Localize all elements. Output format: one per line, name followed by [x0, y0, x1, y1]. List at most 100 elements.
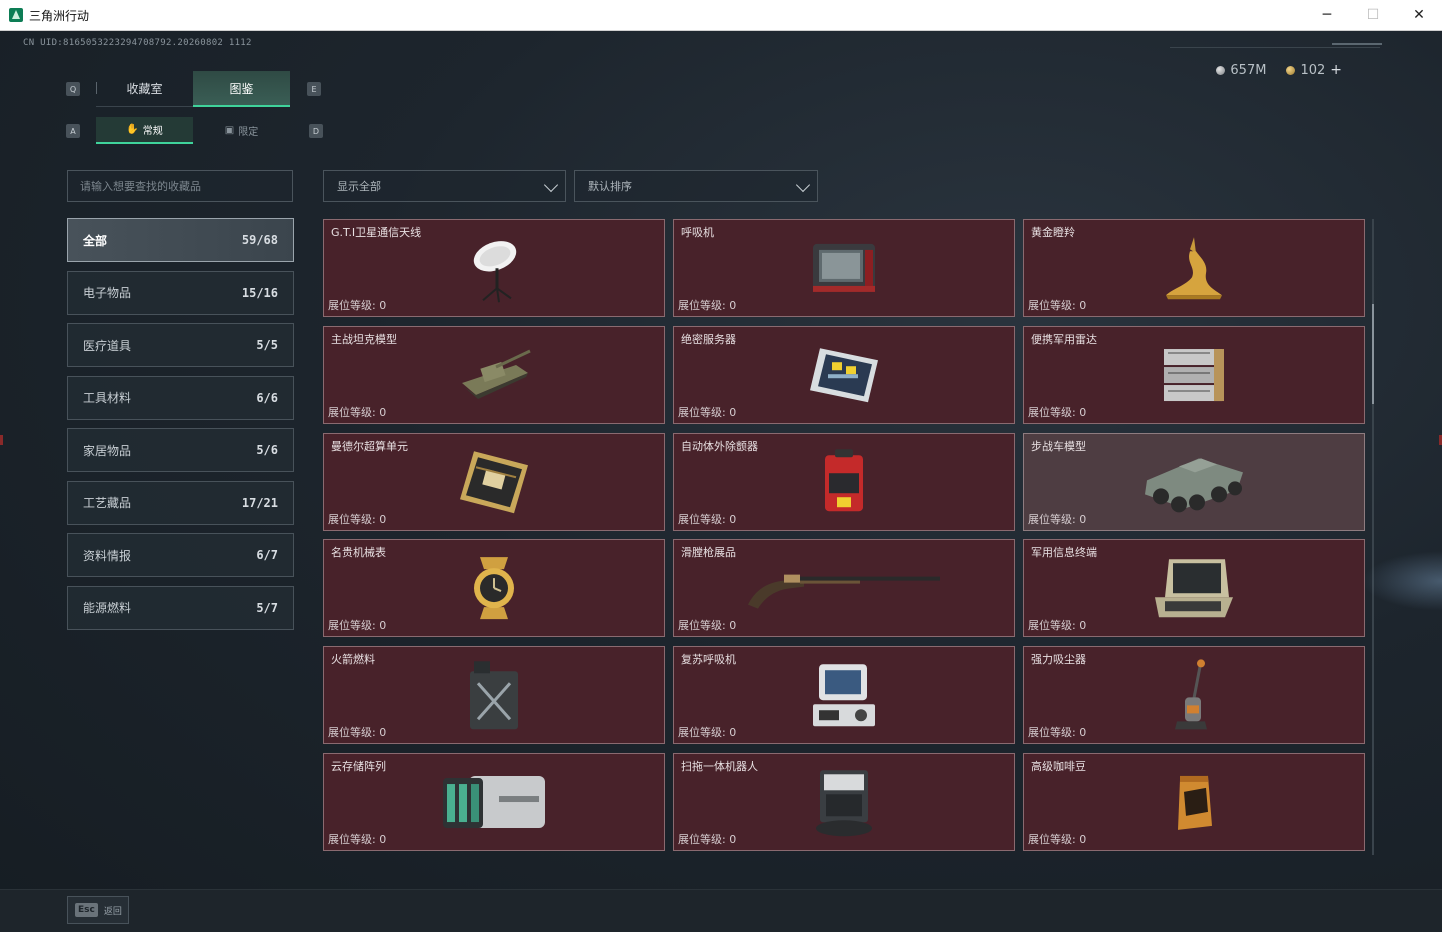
- item-card[interactable]: 军用信息终端 展位等级: 0: [1023, 539, 1365, 638]
- category-label: 医疗道具: [83, 338, 132, 353]
- main-tabs: 收藏室 图鉴: [96, 71, 291, 107]
- tab-separator: [96, 82, 97, 94]
- chevron-down-icon: [543, 177, 559, 193]
- category-medical[interactable]: 医疗道具 5/5: [67, 323, 294, 367]
- resuscitator-icon: [809, 660, 879, 734]
- category-list: 全部 59/68 电子物品 15/16 医疗道具 5/5 工具材料 6/6 家居…: [67, 218, 294, 638]
- filter-dropdown[interactable]: 显示全部: [323, 170, 566, 202]
- storage-array-icon: [439, 770, 549, 838]
- item-card[interactable]: 扫拖一体机器人 展位等级: 0: [673, 752, 1015, 851]
- category-tools[interactable]: 工具材料 6/6: [67, 375, 294, 420]
- item-card[interactable]: 便携军用雷达 展位等级: 0: [1023, 325, 1365, 424]
- item-level: 展位等级: 0: [328, 832, 387, 846]
- add-currency-button[interactable]: +: [1330, 62, 1342, 78]
- item-card[interactable]: 云存储阵列 展位等级: 0: [323, 752, 665, 851]
- category-count: 5/5: [256, 338, 278, 352]
- item-name: 步战车模型: [1031, 439, 1086, 453]
- item-name: G.T.I卫星通信天线: [331, 226, 422, 239]
- category-household[interactable]: 家居物品 5/6: [67, 428, 294, 472]
- item-level: 展位等级: 0: [1028, 726, 1087, 740]
- item-name: 高级咖啡豆: [1031, 759, 1086, 773]
- filter-dropdown-label: 显示全部: [337, 180, 381, 193]
- game-view: CN UID:8165053223294708792.20260802 1112…: [0, 31, 1442, 932]
- category-label: 电子物品: [83, 286, 132, 300]
- item-card[interactable]: 火箭燃料 展位等级: 0: [323, 646, 665, 745]
- item-card[interactable]: 呼吸机 展位等级: 0: [673, 219, 1015, 317]
- item-card[interactable]: 绝密服务器 展位等级: 0: [673, 325, 1015, 424]
- category-label: 能源燃料: [83, 601, 132, 615]
- item-name: 便携军用雷达: [1031, 332, 1097, 346]
- silver-amount: 657M: [1230, 62, 1267, 78]
- fuel-can-icon: [464, 659, 524, 735]
- item-card[interactable]: 复苏呼吸机 展位等级: 0: [673, 646, 1015, 745]
- tab-limited[interactable]: ▣ 限定: [193, 117, 290, 144]
- tab-limited-label: 限定: [238, 127, 259, 138]
- category-count: 15/16: [241, 285, 278, 300]
- gold-currency: 102 +: [1286, 62, 1342, 78]
- item-level: 展位等级: 0: [678, 512, 737, 526]
- item-name: 火箭燃料: [331, 653, 375, 667]
- item-level: 展位等级: 0: [328, 726, 387, 740]
- back-label: 返回: [103, 906, 122, 917]
- window-titlebar: 三角洲行动 ─ ☐ ✕: [0, 0, 1442, 31]
- item-level: 展位等级: 0: [1028, 832, 1087, 846]
- edge-marker: [0, 435, 3, 445]
- military-terminal-icon: [1149, 554, 1239, 628]
- item-name: 曼德尔超算单元: [331, 439, 408, 453]
- category-count: 5/6: [256, 443, 278, 457]
- item-level: 展位等级: 0: [328, 405, 387, 419]
- scrollbar-thumb[interactable]: [1372, 304, 1374, 404]
- item-card[interactable]: 步战车模型 展位等级: 0: [1023, 432, 1365, 531]
- uid-label: CN UID:8165053223294708792.20260802 1112: [23, 38, 252, 48]
- gold-amount: 102: [1300, 62, 1326, 78]
- category-intel[interactable]: 资料情报 6/7: [67, 533, 294, 577]
- currency-bar: 657M 102 +: [1216, 62, 1342, 78]
- item-card[interactable]: 名贵机械表 展位等级: 0: [323, 539, 665, 638]
- light-glare: [1362, 551, 1442, 611]
- item-card[interactable]: 曼德尔超算单元 展位等级: 0: [323, 432, 665, 531]
- tab-catalog[interactable]: 图鉴: [193, 71, 290, 107]
- item-level: 展位等级: 0: [328, 299, 387, 312]
- item-name: 云存储阵列: [331, 759, 386, 773]
- item-card[interactable]: 主战坦克模型 展位等级: 0: [323, 325, 665, 424]
- close-button[interactable]: ✕: [1396, 0, 1442, 30]
- item-card[interactable]: 滑膛枪展品 展位等级: 0: [673, 539, 1015, 638]
- category-crafts[interactable]: 工艺藏品 17/21: [67, 480, 294, 525]
- item-level: 展位等级: 0: [678, 299, 737, 312]
- item-level: 展位等级: 0: [678, 405, 737, 419]
- back-button[interactable]: Esc 返回: [67, 896, 129, 924]
- tab-collection-room[interactable]: 收藏室: [96, 71, 193, 107]
- item-card[interactable]: 黄金瞪羚 展位等级: 0: [1023, 219, 1365, 317]
- item-level: 展位等级: 0: [1028, 512, 1087, 526]
- category-count: 5/7: [256, 600, 278, 615]
- maximize-button[interactable]: ☐: [1350, 0, 1396, 30]
- category-count: 59/68: [241, 233, 278, 247]
- sub-tabs: ✋ 常规 ▣ 限定: [96, 117, 291, 144]
- category-all[interactable]: 全部 59/68: [67, 218, 294, 262]
- minimize-button[interactable]: ─: [1304, 0, 1350, 30]
- category-label: 家居物品: [83, 443, 132, 458]
- item-card[interactable]: 自动体外除颤器 展位等级: 0: [673, 432, 1015, 531]
- item-name: 复苏呼吸机: [681, 653, 736, 667]
- vacuum-icon: [1171, 658, 1217, 738]
- sort-dropdown[interactable]: 默认排序: [574, 170, 818, 202]
- category-label: 资料情报: [83, 548, 132, 563]
- defibrillator-icon: [819, 447, 869, 521]
- app-logo-icon: [9, 8, 23, 22]
- tab-regular-label: 常规: [142, 126, 163, 137]
- item-level: 展位等级: 0: [678, 832, 737, 846]
- category-fuel[interactable]: 能源燃料 5/7: [67, 585, 294, 630]
- item-card[interactable]: 高级咖啡豆 展位等级: 0: [1023, 752, 1365, 851]
- item-name: 主战坦克模型: [331, 332, 397, 346]
- category-label: 全部: [83, 233, 108, 248]
- coffee-beans-icon: [1172, 772, 1216, 836]
- item-card[interactable]: G.T.I卫星通信天线 展位等级: 0: [323, 219, 665, 317]
- category-electronics[interactable]: 电子物品 15/16: [67, 270, 294, 315]
- silver-coin-icon: [1216, 65, 1226, 75]
- item-name: 自动体外除颤器: [681, 439, 758, 453]
- item-level: 展位等级: 0: [1028, 619, 1087, 633]
- tab-regular[interactable]: ✋ 常规: [96, 117, 193, 144]
- chevron-down-icon: [795, 177, 811, 193]
- search-input[interactable]: 请输入想要查找的收藏品: [67, 170, 293, 202]
- item-card[interactable]: 强力吸尘器 展位等级: 0: [1023, 646, 1365, 745]
